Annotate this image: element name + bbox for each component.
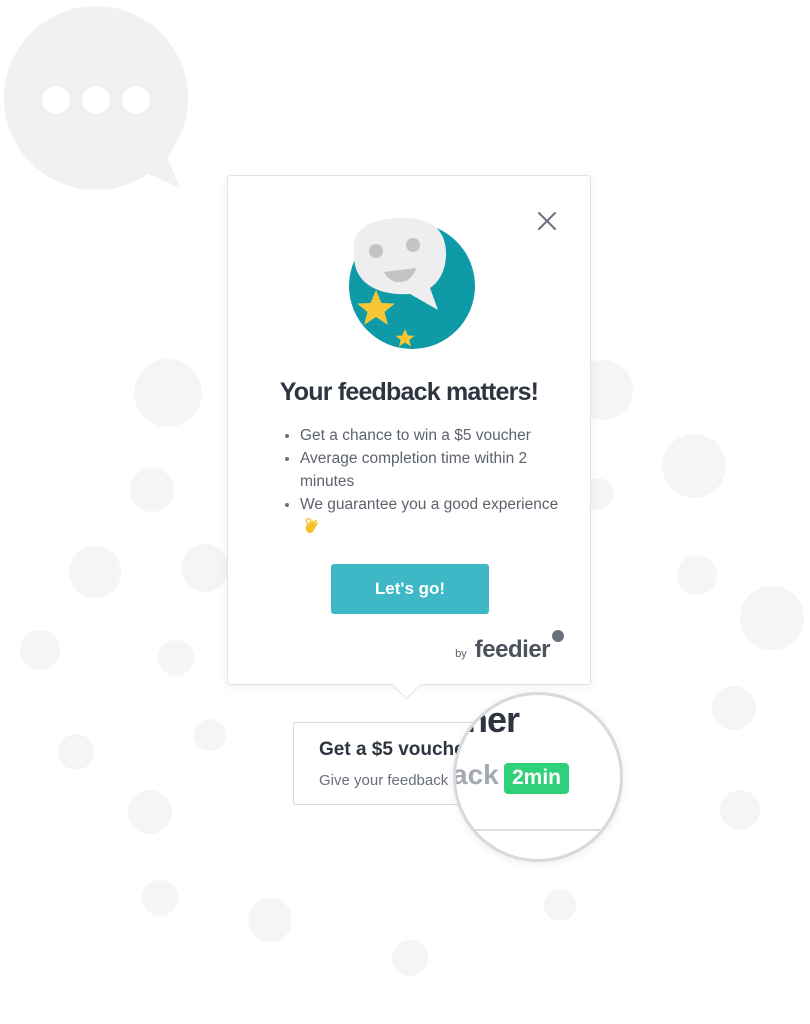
magnifier-zoom: her ack 2min	[453, 692, 623, 862]
zoom-subtitle-fragment: ack	[453, 759, 499, 790]
zoom-title-fragment: her	[466, 699, 520, 740]
brand-logo[interactable]: feedier	[475, 636, 551, 664]
widget-subtitle: Give your feedback	[319, 772, 449, 789]
list-item: Average completion time within 2 minutes	[300, 447, 570, 493]
bullet-text: Get a chance to win a $5 voucher	[300, 427, 531, 444]
bullet-text: We guarantee you a good experience	[300, 496, 559, 513]
widget-title: Get a $5 voucher	[319, 739, 473, 760]
list-item: We guarantee you a good experience	[300, 493, 570, 539]
byline-prefix: by	[455, 648, 467, 660]
brand-badge-icon	[552, 630, 564, 642]
ok-hand-icon	[305, 518, 318, 534]
benefits-list: Get a chance to win a $5 voucher Average…	[282, 424, 570, 539]
speech-bubble-icon	[4, 6, 188, 190]
divider	[456, 829, 620, 831]
close-icon[interactable]	[536, 210, 558, 232]
lets-go-button[interactable]: Let's go!	[331, 564, 489, 614]
smiling-speech-bubble-with-stars-illustration	[349, 218, 475, 349]
feedback-popup: Your feedback matters! Get a chance to w…	[227, 175, 591, 700]
list-item: Get a chance to win a $5 voucher	[300, 424, 570, 447]
popup-title: Your feedback matters!	[279, 378, 539, 406]
powered-by: by feedier	[455, 630, 564, 664]
time-badge: 2min	[504, 763, 570, 794]
bullet-text: Average completion time within 2 minutes	[300, 450, 528, 490]
